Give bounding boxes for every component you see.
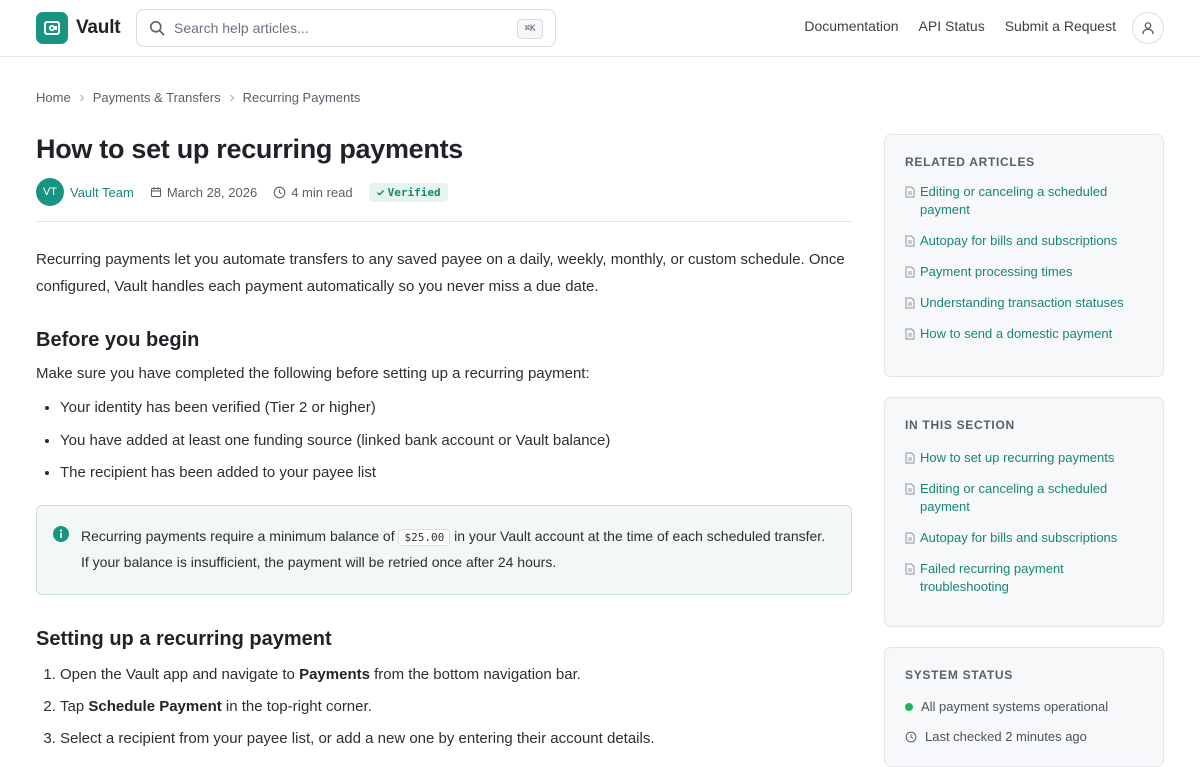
list-item: The recipient has been added to your pay…	[60, 464, 852, 497]
article-meta: VT Vault Team March 28, 2026 4 min read …	[36, 178, 852, 206]
user-icon	[1141, 21, 1155, 35]
in-this-section-card: In This Section How to set up recurring …	[884, 397, 1164, 627]
system-status-title: System Status	[905, 668, 1013, 682]
article: How to set up recurring payments VT Vaul…	[36, 130, 852, 762]
list-item: Autopay for bills and subscriptions	[905, 529, 1143, 547]
related-article-link[interactable]: How to send a domestic payment	[920, 325, 1112, 343]
section-heading-before-you-begin: Before you begin	[36, 329, 200, 351]
chevron-right-icon	[227, 93, 237, 103]
top-header: Vault ⌘K Documentation API Status Submit…	[0, 0, 1200, 57]
list-item: Editing or canceling a scheduled payment	[905, 183, 1143, 219]
in-this-section-title: In This Section	[905, 418, 1015, 432]
related-articles-list: Editing or canceling a scheduled payment…	[905, 183, 1143, 343]
list-item: Failed recurring payment troubleshooting	[905, 560, 1143, 596]
publish-date-text: March 28, 2026	[166, 184, 258, 200]
list-item: How to send a domestic payment	[905, 325, 1143, 343]
clock-icon	[273, 186, 286, 199]
status-operational: All payment systems operational	[905, 699, 1143, 714]
status-indicator-dot	[905, 702, 913, 711]
author-avatar: VT	[36, 178, 64, 206]
document-icon	[905, 266, 915, 278]
nav-link-documentation[interactable]: Documentation	[804, 18, 898, 34]
user-menu-button[interactable]	[1132, 12, 1164, 44]
meta-divider	[36, 221, 852, 222]
minimum-balance-code: $25.00	[398, 528, 451, 546]
step-text: from the bottom navigation bar.	[369, 665, 581, 683]
check-icon	[376, 188, 385, 197]
search-input[interactable]	[174, 20, 504, 36]
list-item: How to set up recurring payments	[905, 449, 1143, 467]
top-nav: Documentation API Status Submit a Reques…	[804, 18, 1116, 34]
document-icon	[905, 186, 915, 198]
breadcrumb: Home Payments & Transfers Recurring Paym…	[36, 90, 360, 105]
document-icon	[905, 483, 915, 495]
info-icon	[53, 525, 69, 542]
step-text: Select a recipient from your payee list,…	[60, 729, 655, 747]
breadcrumb-current: Recurring Payments	[242, 90, 361, 105]
search-shortcut-hint: ⌘K	[517, 19, 543, 39]
related-articles-title: Related Articles	[905, 155, 1035, 169]
vault-logo-icon	[36, 12, 68, 44]
callout-text-before: Recurring payments require a minimum bal…	[81, 527, 395, 544]
calendar-icon	[150, 186, 162, 198]
document-icon	[905, 532, 915, 544]
related-article-link[interactable]: Payment processing times	[920, 263, 1072, 281]
document-icon	[905, 563, 915, 575]
section-article-link[interactable]: Editing or canceling a scheduled payment	[920, 480, 1143, 516]
brand-logo[interactable]: Vault	[36, 12, 121, 44]
requirements-list: Your identity has been verified (Tier 2 …	[36, 399, 852, 497]
list-item: Tap Schedule Payment in the top-right co…	[60, 698, 852, 730]
list-item: You have added at least one funding sour…	[60, 432, 852, 465]
publish-date: March 28, 2026	[150, 185, 257, 200]
verified-badge-label: Verified	[387, 185, 441, 199]
status-last-checked: Last checked 2 minutes ago	[905, 729, 1143, 744]
section-article-link[interactable]: How to set up recurring payments	[920, 449, 1114, 467]
read-time: 4 min read	[273, 184, 353, 200]
list-item: Autopay for bills and subscriptions	[905, 232, 1143, 250]
nav-link-api-status[interactable]: API Status	[919, 18, 985, 34]
related-articles-card: Related Articles Editing or canceling a …	[884, 134, 1164, 377]
info-callout: Recurring payments require a minimum bal…	[36, 504, 852, 595]
list-item: Understanding transaction statuses	[905, 294, 1143, 312]
search-icon	[149, 20, 165, 36]
document-icon	[905, 452, 915, 464]
section-article-link[interactable]: Autopay for bills and subscriptions	[920, 529, 1117, 547]
step-text: Tap	[60, 697, 89, 715]
document-icon	[905, 235, 915, 247]
status-operational-text: All payment systems operational	[921, 699, 1109, 714]
step-emphasis: Schedule Payment	[88, 697, 222, 715]
setup-steps-list: Open the Vault app and navigate to Payme…	[36, 666, 852, 762]
page-title: How to set up recurring payments	[36, 134, 463, 164]
search-bar[interactable]: ⌘K	[136, 9, 556, 47]
document-icon	[905, 297, 915, 309]
requirements-lead: Make sure you have completed the followi…	[36, 365, 590, 382]
nav-link-submit-request[interactable]: Submit a Request	[1005, 18, 1116, 34]
list-item: Your identity has been verified (Tier 2 …	[60, 399, 852, 432]
breadcrumb-payments-transfers[interactable]: Payments & Transfers	[93, 90, 221, 105]
list-item: Select a recipient from your payee list,…	[60, 730, 852, 762]
author-link[interactable]: Vault Team	[70, 185, 134, 200]
verified-badge: Verified	[368, 182, 448, 202]
read-time-text: 4 min read	[291, 184, 353, 200]
list-item: Open the Vault app and navigate to Payme…	[60, 666, 852, 698]
brand-name: Vault	[76, 17, 121, 38]
intro-paragraph: Recurring payments let you automate tran…	[36, 251, 845, 295]
section-heading-setup: Setting up a recurring payment	[36, 627, 332, 650]
system-status-card: System Status All payment systems operat…	[884, 647, 1164, 767]
related-article-link[interactable]: Understanding transaction statuses	[920, 294, 1124, 312]
related-article-link[interactable]: Autopay for bills and subscriptions	[920, 232, 1117, 250]
list-item: Payment processing times	[905, 263, 1143, 281]
step-text: Open the Vault app and navigate to	[60, 665, 300, 683]
clock-icon	[905, 731, 917, 743]
section-article-link[interactable]: Failed recurring payment troubleshooting	[920, 560, 1143, 596]
document-icon	[905, 328, 915, 340]
list-item: Editing or canceling a scheduled payment	[905, 480, 1143, 516]
step-text: in the top-right corner.	[221, 697, 372, 715]
in-this-section-list: How to set up recurring payments Editing…	[905, 449, 1143, 596]
chevron-right-icon	[77, 93, 87, 103]
related-article-link[interactable]: Editing or canceling a scheduled payment	[920, 183, 1143, 219]
last-checked-text: Last checked 2 minutes ago	[925, 729, 1087, 744]
breadcrumb-home[interactable]: Home	[36, 90, 71, 105]
step-emphasis: Payments	[299, 665, 370, 683]
